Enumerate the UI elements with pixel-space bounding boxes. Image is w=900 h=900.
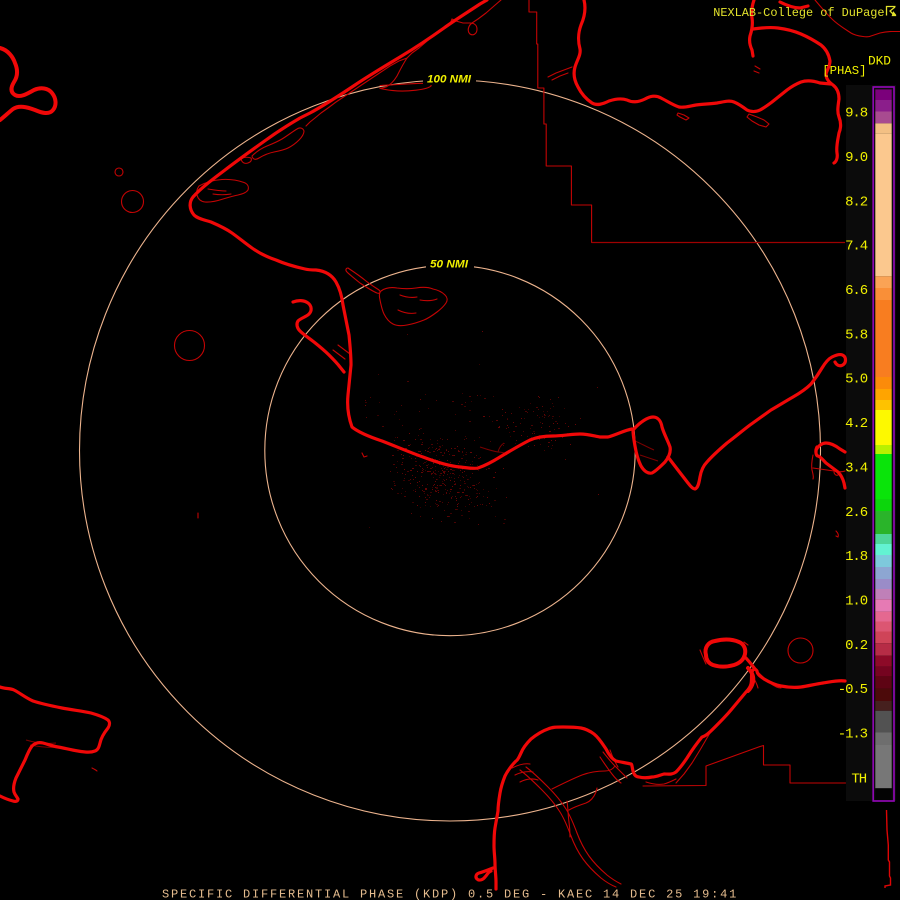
svg-text:7.4: 7.4 [845, 239, 868, 255]
svg-text:8.2: 8.2 [845, 194, 868, 210]
svg-text:9.0: 9.0 [845, 150, 868, 166]
svg-text:1.0: 1.0 [845, 594, 868, 610]
svg-text:-1.3: -1.3 [838, 727, 868, 743]
svg-text:4.2: 4.2 [845, 416, 868, 432]
svg-text:3.4: 3.4 [845, 461, 868, 477]
svg-text:5.8: 5.8 [845, 327, 868, 343]
svg-text:1.8: 1.8 [845, 549, 868, 565]
svg-text:TH: TH [851, 772, 866, 788]
svg-text:0.2: 0.2 [845, 638, 868, 654]
svg-text:SPECIFIC DIFFERENTIAL PHASE (K: SPECIFIC DIFFERENTIAL PHASE (KDP) 0.5 DE… [162, 888, 738, 900]
svg-text:9.8: 9.8 [845, 106, 868, 122]
svg-text:-0.5: -0.5 [838, 682, 868, 698]
svg-text:50 NMI: 50 NMI [430, 259, 469, 271]
svg-text:6.6: 6.6 [845, 283, 868, 299]
svg-text:[PHAS]: [PHAS] [822, 64, 866, 78]
svg-text:DKD: DKD [868, 53, 891, 68]
svg-text:5.0: 5.0 [845, 372, 868, 388]
svg-text:100 NMI: 100 NMI [427, 74, 472, 86]
svg-text:2.6: 2.6 [845, 505, 868, 521]
svg-text:NEXLAB-College of DuPage: NEXLAB-College of DuPage [713, 6, 884, 20]
